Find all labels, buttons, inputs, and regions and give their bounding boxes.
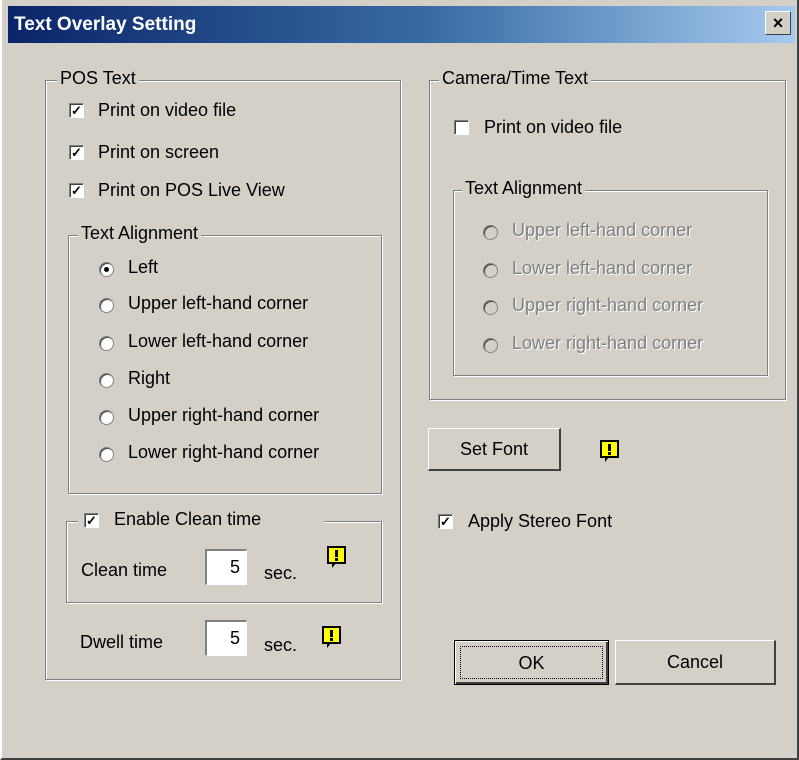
window-title: Text Overlay Setting xyxy=(14,14,197,35)
checkbox-label: Apply Stereo Font xyxy=(468,511,613,531)
checkbox[interactable]: ✓ xyxy=(69,183,84,198)
radio-label: Upper left-hand corner xyxy=(128,293,309,313)
radio-button[interactable] xyxy=(99,336,114,351)
dwell-time-input[interactable]: 5 xyxy=(205,620,247,656)
radio-button[interactable] xyxy=(99,373,114,388)
checkbox[interactable] xyxy=(454,120,469,135)
clean-time-label: Clean time xyxy=(81,560,168,580)
radio-button[interactable] xyxy=(99,410,114,425)
radio-button[interactable] xyxy=(99,262,114,277)
clean-time-input[interactable]: 5 xyxy=(205,549,247,585)
radio-label: Left xyxy=(128,257,159,277)
checkbox[interactable]: ✓ xyxy=(69,145,84,160)
close-button[interactable]: × xyxy=(765,11,791,35)
warning-icon[interactable] xyxy=(600,440,620,463)
pos-text-legend: POS Text xyxy=(57,68,139,89)
clean-time-unit: sec. xyxy=(264,563,298,583)
cancel-button[interactable]: Cancel xyxy=(615,640,776,685)
radio-button xyxy=(483,263,498,278)
camera-alignment-legend: Text Alignment xyxy=(462,178,586,199)
dwell-time-unit: sec. xyxy=(264,635,298,655)
radio-button xyxy=(483,225,498,240)
radio-label: Lower right-hand corner xyxy=(512,333,704,353)
checkbox[interactable]: ✓ xyxy=(84,513,99,528)
radio-label: Upper right-hand corner xyxy=(128,405,320,425)
radio-button[interactable] xyxy=(99,447,114,462)
ok-button[interactable]: OK xyxy=(454,640,609,685)
checkbox[interactable]: ✓ xyxy=(438,514,453,529)
warning-icon[interactable] xyxy=(322,626,342,649)
checkbox-label: Print on video file xyxy=(484,117,623,137)
checkbox-label: Print on video file xyxy=(98,100,237,120)
radio-label: Right xyxy=(128,368,171,388)
text-overlay-dialog: Text Overlay Setting × POS Text ✓ Print … xyxy=(0,0,799,760)
camera-time-legend: Camera/Time Text xyxy=(439,68,592,89)
warning-icon[interactable] xyxy=(327,546,347,569)
radio-label: Upper right-hand corner xyxy=(512,295,704,315)
radio-label: Lower right-hand corner xyxy=(128,442,320,462)
ok-label: OK xyxy=(518,653,545,673)
radio-label: Lower left-hand corner xyxy=(128,331,309,351)
set-font-button[interactable]: Set Font xyxy=(428,428,561,471)
radio-label: Upper left-hand corner xyxy=(512,220,693,240)
checkbox-label: Print on POS Live View xyxy=(98,180,285,200)
radio-button xyxy=(483,300,498,315)
checkbox[interactable]: ✓ xyxy=(69,103,84,118)
radio-button[interactable] xyxy=(99,298,114,313)
checkbox-label: Print on screen xyxy=(98,142,220,162)
title-bar[interactable]: Text Overlay Setting × xyxy=(8,6,795,43)
dwell-time-label: Dwell time xyxy=(80,632,164,652)
checkbox-label: Enable Clean time xyxy=(114,509,262,529)
radio-label: Lower left-hand corner xyxy=(512,258,693,278)
pos-alignment-legend: Text Alignment xyxy=(78,223,202,244)
radio-button xyxy=(483,338,498,353)
